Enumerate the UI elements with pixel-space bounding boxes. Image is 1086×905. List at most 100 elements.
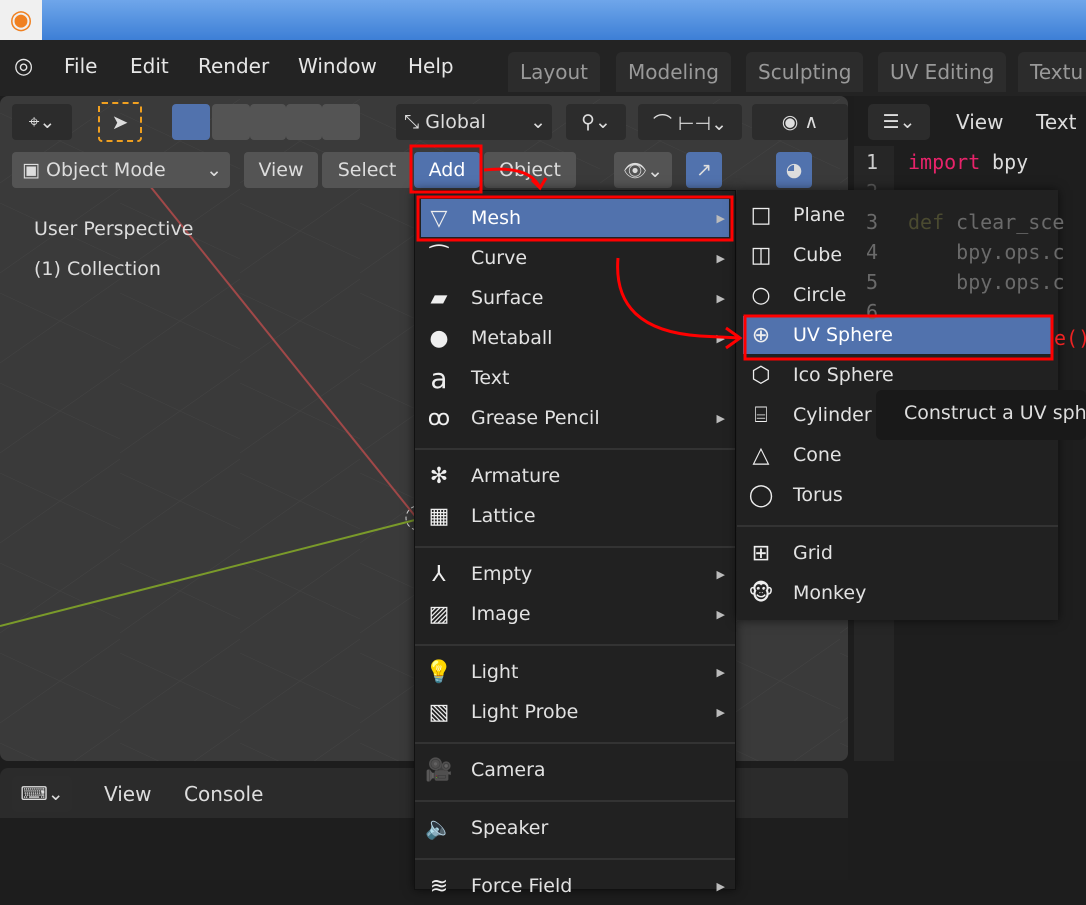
select-box-new-icon[interactable] [172,104,210,140]
select-invert-icon[interactable] [286,104,322,140]
menu-edit[interactable]: Edit [130,54,169,78]
tab-modeling[interactable]: Modeling [616,52,731,92]
tab-uv-editing[interactable]: UV Editing [878,52,1007,92]
submenu-item-uv-sphere[interactable]: ⊕ UV Sphere [743,316,1052,354]
menu-item-grease-pencil[interactable]: ꝏ Grease Pencil ▶ [421,399,729,437]
menu-item-label: Image [471,603,531,625]
orientation-icon: ⤡ [404,111,426,133]
separator [415,858,735,860]
select-tool-icon[interactable]: ➤ [98,102,142,142]
menu-item-light[interactable]: 💡 Light ▶ [421,653,729,691]
menu-item-metaball[interactable]: ● Metaball ▶ [421,319,729,357]
monkey-icon: 🐵 [748,580,774,606]
tab-sculpting[interactable]: Sculpting [746,52,864,92]
submenu-item-monkey[interactable]: 🐵 Monkey [743,574,1052,612]
object-gizmo-button[interactable]: ⌖⌄ [12,104,72,140]
menu-item-camera[interactable]: 🎥 Camera [421,751,729,789]
curve-icon: ͡ [421,246,457,271]
cube-icon: ◫ [750,242,772,268]
line-number: 5 [866,270,879,294]
tab-texture-paint[interactable]: Textu [1018,52,1086,92]
code-keyword: def [908,210,945,234]
separator [415,800,735,802]
menu-item-label: Cube [793,244,843,266]
overlay-toggle[interactable]: ◕ [776,152,812,188]
console-editor-type-dropdown[interactable]: ⌨⌄ [12,776,72,812]
menu-file[interactable]: File [64,54,97,78]
menu-item-curve[interactable]: ͡Curve▶ [421,239,729,277]
select-extend-icon[interactable] [212,104,250,140]
collection-label: (1) Collection [34,258,161,280]
menu-item-label: Torus [793,484,843,506]
select-menu[interactable]: Select [322,152,412,188]
menu-item-speaker[interactable]: 🔈 Speaker [421,809,729,847]
submenu-item-cone[interactable]: △ Cone [743,436,1052,474]
image-icon: ▨ [428,601,450,627]
torus-icon: ◯ [748,482,774,508]
text-text-menu[interactable]: Text [1036,110,1076,134]
menu-item-text[interactable]: a Text [421,359,729,397]
code-text: bpy.ops.c [908,240,1065,264]
console-console-menu[interactable]: Console [184,782,263,806]
menu-item-label: Curve [471,247,528,269]
ico-sphere-icon: ⬡ [751,362,771,388]
text-icon: a [430,361,448,395]
menu-item-label: Light Probe [471,701,579,723]
menu-item-image[interactable]: ▨ Image ▶ [421,595,729,633]
editor-type-dropdown[interactable]: ☰⌄ [868,104,930,140]
menu-item-force-field[interactable]: ≋ Force Field ▶ [421,867,729,905]
cylinder-icon: ⌸ [754,402,768,428]
code-text: bpy [980,150,1029,174]
pivot-point-dropdown[interactable]: ⚲⌄ [566,104,626,140]
menu-help[interactable]: Help [408,54,454,78]
menu-item-mesh[interactable]: ▽ Mesh ▶ [421,199,729,237]
menu-window[interactable]: Window [298,54,377,78]
submenu-item-ico-sphere[interactable]: ⬡ Ico Sphere [743,356,1052,394]
orientation-value: Global [425,111,486,133]
menu-render[interactable]: Render [198,54,269,78]
select-subtract-icon[interactable] [250,104,286,140]
separator [415,546,735,548]
menu-item-label: Text [471,367,510,389]
tab-layout[interactable]: Layout [508,52,600,92]
menu-item-empty[interactable]: ⅄ Empty ▶ [421,555,729,593]
menu-item-label: Cylinder [793,404,872,426]
light-icon: 💡 [425,659,453,685]
uv-sphere-icon: ⊕ [751,322,771,348]
menu-item-label: Ico Sphere [793,364,894,386]
add-menu[interactable]: Add [414,152,480,188]
menu-item-surface[interactable]: ▰ Surface ▶ [421,279,729,317]
text-view-menu[interactable]: View [956,110,1003,134]
line-number: 4 [866,240,879,264]
code-keyword: import [908,150,981,174]
menu-item-label: Surface [471,287,544,309]
mesh-icon: ▽ [430,205,448,231]
code-text: bpy.ops.c [908,270,1065,294]
object-menu[interactable]: Object [484,152,576,188]
snapping-toggle[interactable]: ⌒ ⊢⊣⌄ [638,104,742,140]
blender-menu-icon[interactable]: ◎ [14,54,33,79]
submenu-item-grid[interactable]: ⊞ Grid [743,534,1052,572]
console-view-menu[interactable]: View [104,782,151,806]
menu-item-label: Force Field [471,875,573,897]
visibility-dropdown[interactable]: 👁⌄ [614,152,672,188]
select-intersect-icon[interactable] [322,104,360,140]
proportional-editing-toggle[interactable]: ◉ ∧ [752,104,848,140]
submenu-item-torus[interactable]: ◯ Torus [743,476,1052,514]
view-menu[interactable]: View [244,152,318,188]
mode-dropdown[interactable]: ▣ Object Mode ⌄ [12,152,230,188]
circle-icon: ○ [751,282,771,308]
speaker-icon: 🔈 [425,815,453,841]
transform-orientation-dropdown[interactable]: ⤡ Global ⌄ [396,104,552,140]
code-text: e() [1054,326,1086,350]
menu-item-label: Speaker [471,817,549,839]
menu-item-armature[interactable]: ✻ Armature [421,457,729,495]
surface-icon: ▰ [430,285,448,311]
menu-item-label: Mesh [471,207,522,229]
grease-pencil-icon: ꝏ [427,405,451,431]
menu-item-label: Grease Pencil [471,407,600,429]
gizmo-toggle[interactable]: ↗ [686,152,722,188]
line-number: 1 [866,150,879,174]
menu-item-lattice[interactable]: ▦ Lattice [421,497,729,535]
menu-item-light-probe[interactable]: ▧ Light Probe ▶ [421,693,729,731]
